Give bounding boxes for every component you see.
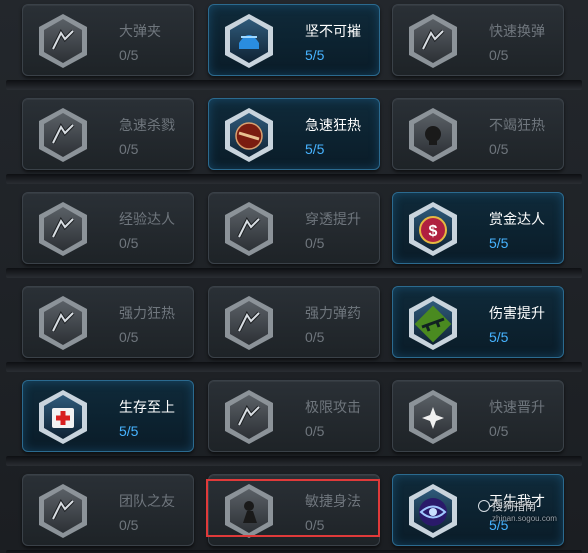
perk-tile[interactable]: 快速晋升 0/5 bbox=[392, 380, 564, 452]
perk-tile[interactable]: 不竭狂热 0/5 bbox=[392, 98, 564, 170]
perk-tile[interactable]: 强力狂热 0/5 bbox=[22, 286, 194, 358]
perk-name: 穿透提升 bbox=[305, 211, 361, 227]
perk-level: 5/5 bbox=[119, 423, 139, 439]
perk-level: 0/5 bbox=[119, 141, 139, 157]
perk-level: 0/5 bbox=[489, 423, 509, 439]
perk-level: 0/5 bbox=[305, 423, 325, 439]
perk-name: 强力狂热 bbox=[119, 305, 175, 321]
perk-level: 5/5 bbox=[489, 329, 509, 345]
power-ammo-icon bbox=[221, 293, 277, 353]
perk-tile[interactable]: 坚不可摧 5/5 bbox=[208, 4, 380, 76]
watermark: 搜狗指南 zhinan.sogou.com bbox=[478, 498, 557, 523]
power-frenzy-icon bbox=[35, 293, 91, 353]
perk-level: 0/5 bbox=[305, 329, 325, 345]
magazine-icon bbox=[35, 11, 91, 71]
exp-plus-icon bbox=[35, 199, 91, 259]
perk-name: 伤害提升 bbox=[489, 305, 545, 321]
fist-icon bbox=[35, 105, 91, 165]
agility-icon bbox=[221, 481, 277, 541]
penetration-icon bbox=[221, 199, 277, 259]
perk-name: 坚不可摧 bbox=[305, 23, 361, 39]
perk-tile[interactable]: 极限攻击 0/5 bbox=[208, 380, 380, 452]
perk-tile[interactable]: 经验达人 0/5 bbox=[22, 192, 194, 264]
medkit-icon bbox=[35, 387, 91, 447]
watermark-text: 搜狗指南 bbox=[492, 501, 536, 513]
sogou-logo-icon bbox=[478, 500, 490, 512]
perk-name: 快速晋升 bbox=[489, 399, 545, 415]
svg-text:$: $ bbox=[429, 223, 438, 240]
row-divider bbox=[6, 80, 582, 90]
perk-row: 急速杀戮 0/5 急速狂热 5/5 不竭狂热 0/5 bbox=[0, 94, 588, 188]
perk-name: 团队之友 bbox=[119, 493, 175, 509]
perk-tile[interactable]: 强力弹药 0/5 bbox=[208, 286, 380, 358]
money-icon: $ bbox=[405, 199, 461, 259]
perk-tile[interactable]: 敏捷身法 0/5 bbox=[208, 474, 380, 546]
perk-name: 赏金达人 bbox=[489, 211, 545, 227]
eye-icon bbox=[405, 481, 461, 541]
perk-level: 0/5 bbox=[305, 517, 325, 533]
perk-name: 敏捷身法 bbox=[305, 493, 361, 509]
perk-tile[interactable]: 急速狂热 5/5 bbox=[208, 98, 380, 170]
perk-level: 5/5 bbox=[305, 141, 325, 157]
team-rifle-icon bbox=[35, 481, 91, 541]
perk-tile[interactable]: 急速杀戮 0/5 bbox=[22, 98, 194, 170]
perk-name: 不竭狂热 bbox=[489, 117, 545, 133]
perk-tile[interactable]: 团队之友 0/5 bbox=[22, 474, 194, 546]
perk-level: 0/5 bbox=[119, 517, 139, 533]
perk-name: 经验达人 bbox=[119, 211, 175, 227]
perk-name: 急速杀戮 bbox=[119, 117, 175, 133]
row-divider bbox=[6, 174, 582, 184]
perk-row: 经验达人 0/5 穿透提升 0/5 $ 赏金达人 5/5 bbox=[0, 188, 588, 282]
perk-row: 强力狂热 0/5 强力弹药 0/5 伤害提升 5/5 bbox=[0, 282, 588, 376]
perk-row: 大弹夹 0/5 坚不可摧 5/5 快速换弹 0/5 bbox=[0, 0, 588, 94]
perk-tile[interactable]: 快速换弹 0/5 bbox=[392, 4, 564, 76]
perk-level: 0/5 bbox=[119, 47, 139, 63]
row-divider bbox=[6, 268, 582, 278]
perk-name: 急速狂热 bbox=[305, 117, 361, 133]
perk-name: 极限攻击 bbox=[305, 399, 361, 415]
perk-name: 生存至上 bbox=[119, 399, 175, 415]
extreme-attack-icon bbox=[221, 387, 277, 447]
perk-level: 0/5 bbox=[119, 235, 139, 251]
perk-row: 生存至上 5/5 极限攻击 0/5 快速晋升 0/5 bbox=[0, 376, 588, 470]
perk-tile[interactable]: 穿透提升 0/5 bbox=[208, 192, 380, 264]
perk-level: 0/5 bbox=[489, 141, 509, 157]
perk-tile[interactable]: 大弹夹 0/5 bbox=[22, 4, 194, 76]
perk-level: 0/5 bbox=[489, 47, 509, 63]
perk-level: 5/5 bbox=[305, 47, 325, 63]
frenzy-icon bbox=[221, 105, 277, 165]
perk-level: 0/5 bbox=[305, 235, 325, 251]
perk-tile[interactable]: 伤害提升 5/5 bbox=[392, 286, 564, 358]
perk-level: 5/5 bbox=[489, 235, 509, 251]
watermark-url: zhinan.sogou.com bbox=[492, 514, 557, 523]
burst-icon bbox=[405, 387, 461, 447]
perk-name: 快速换弹 bbox=[489, 23, 545, 39]
perk-level: 0/5 bbox=[119, 329, 139, 345]
perk-tile[interactable]: $ 赏金达人 5/5 bbox=[392, 192, 564, 264]
reload-hand-icon bbox=[405, 11, 461, 71]
skull-icon bbox=[405, 105, 461, 165]
armor-helmet-icon bbox=[221, 11, 277, 71]
row-divider bbox=[6, 362, 582, 372]
perk-tile[interactable]: 生存至上 5/5 bbox=[22, 380, 194, 452]
perk-name: 强力弹药 bbox=[305, 305, 361, 321]
rifle-damage-icon bbox=[405, 293, 461, 353]
perk-name: 大弹夹 bbox=[119, 23, 161, 39]
row-divider bbox=[6, 456, 582, 466]
